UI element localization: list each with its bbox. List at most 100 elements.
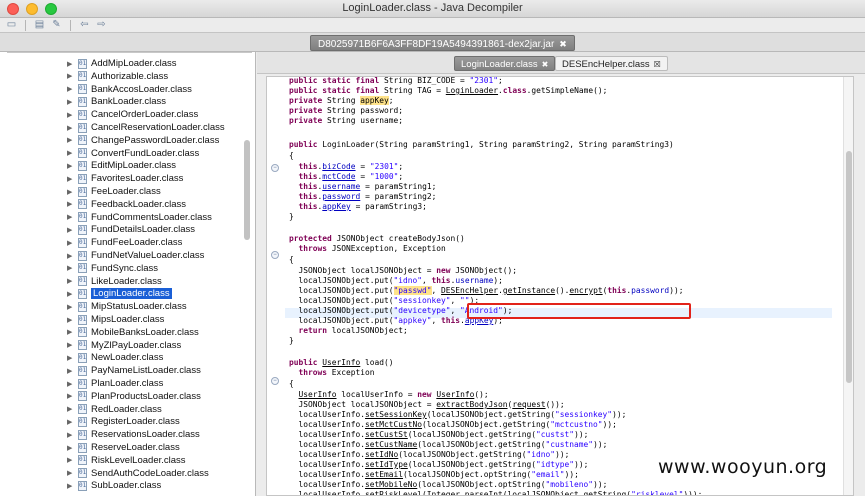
class-file-icon: 01	[78, 340, 87, 351]
tree-item-label: PayNameListLoader.class	[91, 365, 201, 377]
expand-triangle-icon[interactable]: ▶	[67, 456, 75, 464]
close-icon[interactable]: ✖	[559, 39, 567, 49]
forward-icon[interactable]: ⇨	[95, 19, 108, 31]
class-file-icon: 01	[78, 263, 87, 274]
fold-toggle-icon[interactable]: −	[271, 164, 279, 172]
expand-triangle-icon[interactable]: ▶	[67, 98, 75, 106]
expand-triangle-icon[interactable]: ▶	[67, 111, 75, 119]
expand-triangle-icon[interactable]: ▶	[67, 213, 75, 221]
expand-triangle-icon[interactable]: ▶	[67, 124, 75, 132]
code-scrollbar[interactable]	[843, 77, 853, 495]
open-file-icon[interactable]: ▭	[5, 19, 18, 31]
tab-loginloader[interactable]: LoginLoader.class ✖	[454, 56, 556, 71]
tree-item-class[interactable]: ▶ 01 FundNetValueLoader.class	[67, 249, 204, 262]
file-tab-jar[interactable]: D8025971B6F6A3FF8DF19A5494391861-dex2jar…	[310, 35, 575, 51]
expand-triangle-icon[interactable]: ▶	[67, 239, 75, 247]
code-line: private String appKey;	[289, 96, 394, 105]
expand-triangle-icon[interactable]: ▶	[67, 303, 75, 311]
expand-triangle-icon[interactable]: ▶	[67, 328, 75, 336]
tree-item-class[interactable]: ▶ 01 EditMipLoader.class	[67, 159, 176, 172]
tree-item-label: SubLoader.class	[91, 480, 162, 492]
expand-triangle-icon[interactable]: ▶	[67, 469, 75, 477]
expand-triangle-icon[interactable]: ▶	[67, 405, 75, 413]
tree-item-class[interactable]: ▶ 01 MipsLoader.class	[67, 313, 164, 326]
fold-toggle-icon[interactable]: −	[271, 251, 279, 259]
close-icon[interactable]: ☒	[654, 60, 661, 69]
tree-item-class[interactable]: ▶ 01 LoginLoader.class	[67, 287, 172, 300]
tree-item-class[interactable]: ▶ 01 CancelReservationLoader.class	[67, 121, 225, 134]
expand-triangle-icon[interactable]: ▶	[67, 290, 75, 298]
tree-item-class[interactable]: ▶ 01 NewLoader.class	[67, 351, 163, 364]
tree-item-class[interactable]: ▶ 01 Authorizable.class	[67, 70, 168, 83]
tree-item-class[interactable]: ▶ 01 MyZlPayLoader.class	[67, 339, 181, 352]
expand-triangle-icon[interactable]: ▶	[67, 149, 75, 157]
tree-item-class[interactable]: ▶ 01 RiskLevelLoader.class	[67, 454, 186, 467]
expand-triangle-icon[interactable]: ▶	[67, 418, 75, 426]
tree-item-class[interactable]: ▶ 01 FavoritesLoader.class	[67, 172, 183, 185]
tree-item-class[interactable]: ▶ 01 RegisterLoader.class	[67, 415, 180, 428]
tree-item-class[interactable]: ▶ 01 MipStatusLoader.class	[67, 300, 187, 313]
expand-triangle-icon[interactable]: ▶	[67, 431, 75, 439]
expand-triangle-icon[interactable]: ▶	[67, 72, 75, 80]
expand-triangle-icon[interactable]: ▶	[67, 367, 75, 375]
code-line: private String password;	[289, 106, 404, 115]
tree-item-class[interactable]: ▶ 01 LikeLoader.class	[67, 275, 162, 288]
expand-triangle-icon[interactable]: ▶	[67, 277, 75, 285]
code-scrollbar-thumb[interactable]	[846, 151, 852, 383]
open-type-icon[interactable]: ▤	[33, 19, 46, 31]
expand-triangle-icon[interactable]: ▶	[67, 162, 75, 170]
expand-triangle-icon[interactable]: ▶	[67, 200, 75, 208]
tree-item-class[interactable]: ▶ 01 ReservationsLoader.class	[67, 428, 200, 441]
expand-triangle-icon[interactable]: ▶	[67, 264, 75, 272]
code-line: throws JSONException, Exception	[298, 244, 446, 253]
tree-item-class[interactable]: ▶ 01 PayNameListLoader.class	[67, 364, 201, 377]
search-icon[interactable]: ✎	[50, 19, 63, 31]
expand-triangle-icon[interactable]: ▶	[67, 341, 75, 349]
close-icon[interactable]: ✖	[542, 60, 549, 69]
expand-triangle-icon[interactable]: ▶	[67, 392, 75, 400]
expand-triangle-icon[interactable]: ▶	[67, 482, 75, 490]
tree-item-class[interactable]: ▶ 01 CancelOrderLoader.class	[67, 108, 198, 121]
tree-item-class[interactable]: ▶ 01 SendAuthCodeLoader.class	[67, 467, 209, 480]
tree-item-label: FundNetValueLoader.class	[91, 250, 205, 261]
expand-triangle-icon[interactable]: ▶	[67, 85, 75, 93]
code-view[interactable]: − − − public static final String BIZ_COD…	[266, 76, 854, 496]
tree-item-class[interactable]: ▶ 01 ConvertFundLoader.class	[67, 147, 199, 160]
expand-triangle-icon[interactable]: ▶	[67, 252, 75, 260]
code-line: throws Exception	[298, 368, 375, 377]
tree-item-label: CancelReservationLoader.class	[91, 122, 225, 133]
tree-item-class[interactable]: ▶ 01 FeeLoader.class	[67, 185, 161, 198]
toolbar: ▭ ▤ ✎ ⇦ ⇨	[0, 18, 865, 32]
tree-item-class[interactable]: ▶ 01 FundCommentsLoader.class	[67, 211, 212, 224]
expand-triangle-icon[interactable]: ▶	[67, 136, 75, 144]
expand-triangle-icon[interactable]: ▶	[67, 188, 75, 196]
tree-item-class[interactable]: ▶ 01 ChangePasswordLoader.class	[67, 134, 219, 147]
tree-item-class[interactable]: ▶ 01 FundFeeLoader.class	[67, 236, 182, 249]
tree-scrollbar[interactable]	[244, 140, 250, 240]
back-icon[interactable]: ⇦	[78, 19, 91, 31]
expand-triangle-icon[interactable]: ▶	[67, 175, 75, 183]
fold-toggle-icon[interactable]: −	[271, 377, 279, 385]
tree-item-class[interactable]: ▶ 01 AddMipLoader.class	[67, 57, 177, 70]
tree-item-class[interactable]: ▶ 01 FundDetailsLoader.class	[67, 223, 195, 236]
tree-item-label: ReservationsLoader.class	[91, 429, 200, 441]
tree-item-class[interactable]: ▶ 01 FundSync.class	[67, 262, 158, 275]
expand-triangle-icon[interactable]: ▶	[67, 316, 75, 324]
tree-item-class[interactable]: ▶ 01 SubLoader.class	[67, 479, 161, 492]
tree-item-class[interactable]: ▶ 01 BankLoader.class	[67, 95, 166, 108]
tree-item-class[interactable]: ▶ 01 FeedbackLoader.class	[67, 198, 186, 211]
tree-item-class[interactable]: ▶ 01 PlanLoader.class	[67, 377, 163, 390]
expand-triangle-icon[interactable]: ▶	[67, 226, 75, 234]
tree-item-class[interactable]: ▶ 01 MobileBanksLoader.class	[67, 326, 199, 339]
class-file-icon: 01	[78, 250, 87, 261]
expand-triangle-icon[interactable]: ▶	[67, 380, 75, 388]
tab-desenchelper[interactable]: DESEncHelper.class ☒	[555, 56, 668, 71]
tree-item-class[interactable]: ▶ 01 ReserveLoader.class	[67, 441, 180, 454]
tree-item-class[interactable]: ▶ 01 BankAccosLoader.class	[67, 83, 192, 96]
tree-item-class[interactable]: ▶ 01 PlanProductsLoader.class	[67, 390, 201, 403]
tree-item-class[interactable]: ▶ 01 RedLoader.class	[67, 403, 162, 416]
expand-triangle-icon[interactable]: ▶	[67, 60, 75, 68]
expand-triangle-icon[interactable]: ▶	[67, 354, 75, 362]
expand-triangle-icon[interactable]: ▶	[67, 444, 75, 452]
title-bar: LoginLoader.class - Java Decompiler	[0, 0, 865, 18]
